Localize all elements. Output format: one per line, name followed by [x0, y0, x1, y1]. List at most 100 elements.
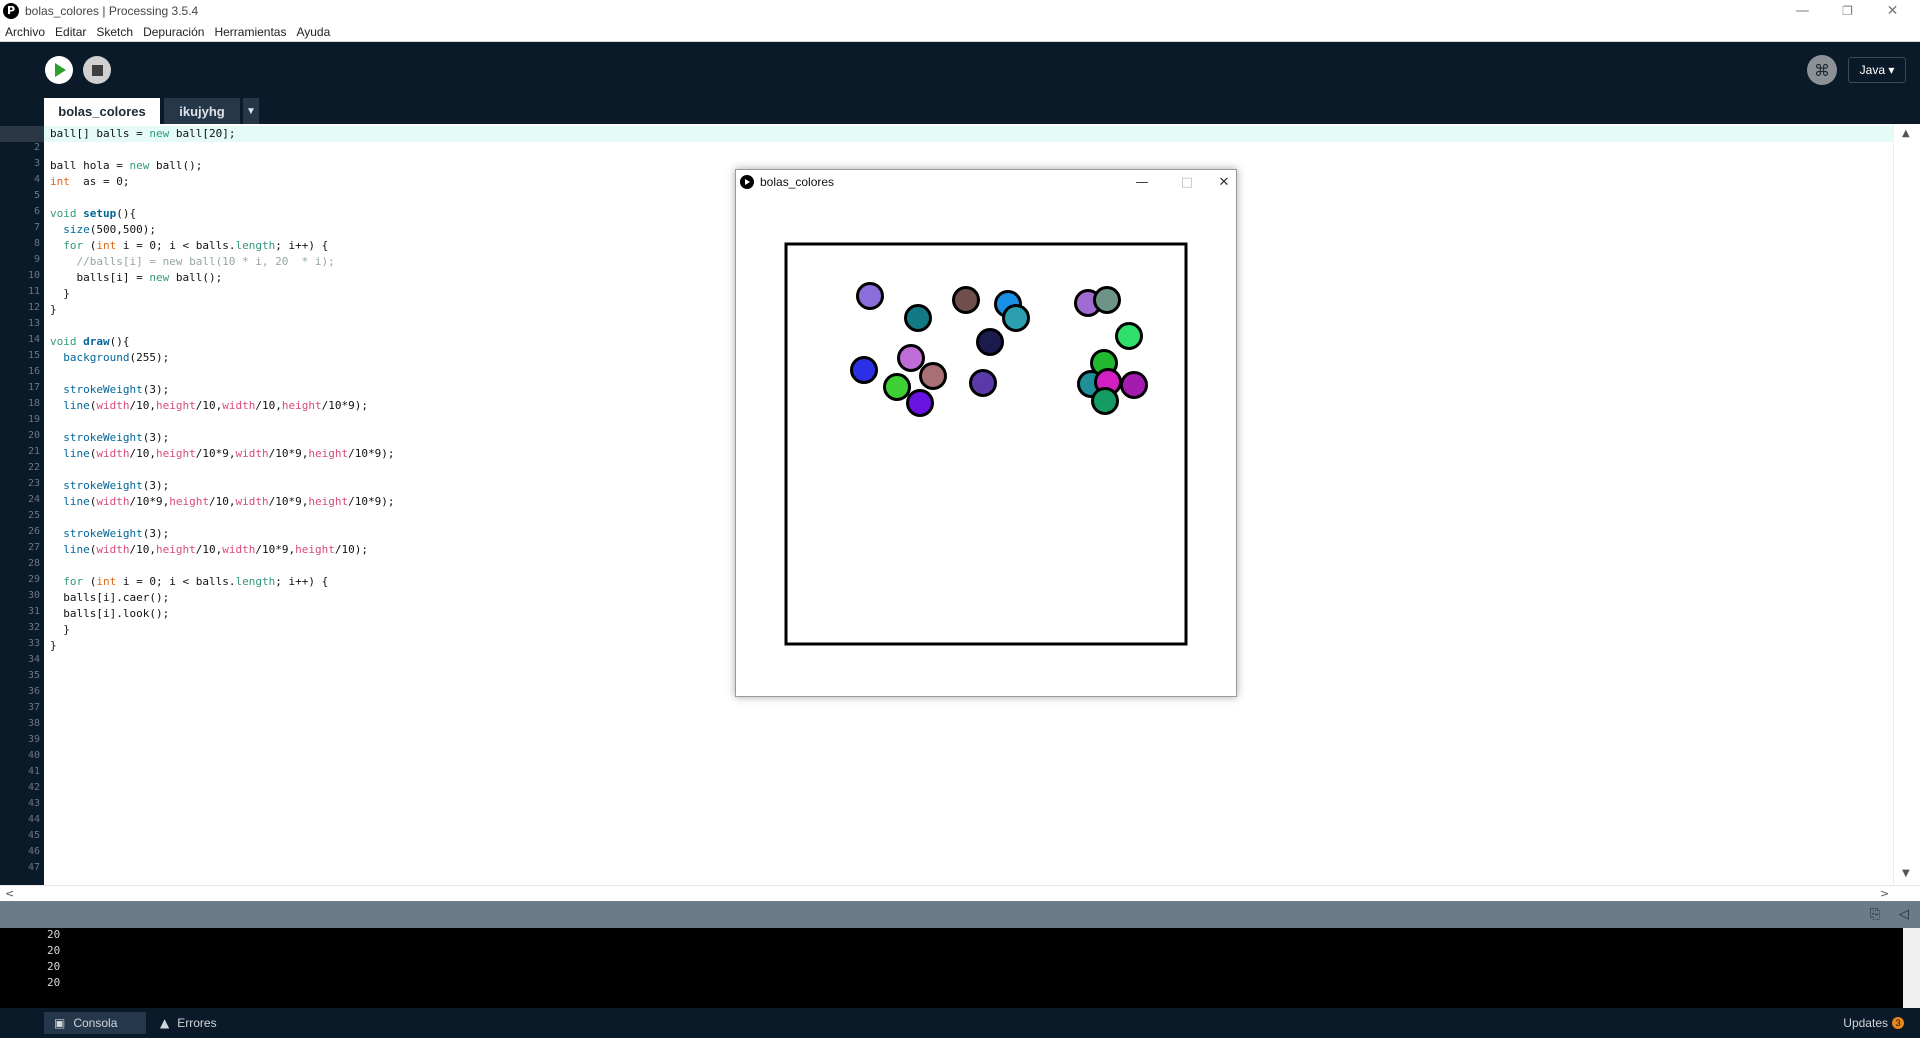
line-number: 30 — [27, 590, 40, 601]
code-line[interactable]: line(width/10,height/10*9,width/10*9,hei… — [50, 446, 394, 462]
canvas-frame — [784, 242, 1188, 646]
ball — [897, 344, 925, 372]
line-number: 40 — [27, 750, 40, 761]
code-line[interactable]: size(500,500); — [50, 222, 156, 238]
ball — [1120, 371, 1148, 399]
menu-herramientas[interactable]: Herramientas — [209, 25, 291, 39]
console-tab[interactable]: ▣ Consola — [44, 1012, 146, 1034]
sketch-minimize-button[interactable]: — — [1122, 172, 1162, 192]
ball — [1115, 322, 1143, 350]
code-line[interactable]: balls[i] = new ball(); — [50, 270, 222, 286]
code-line[interactable]: } — [50, 286, 70, 302]
line-number: 22 — [27, 462, 40, 473]
line-number: 25 — [27, 510, 40, 521]
code-line[interactable]: ball hola = new ball(); — [50, 158, 202, 174]
code-line[interactable]: void setup(){ — [50, 206, 136, 222]
tab-bar: bolas_colores ikujyhg ▼ — [0, 98, 1920, 124]
menu-ayuda[interactable]: Ayuda — [291, 25, 335, 39]
menu-editar[interactable]: Editar — [50, 25, 91, 39]
restore-button[interactable]: ❐ — [1825, 0, 1870, 22]
line-number: 26 — [27, 526, 40, 537]
ball — [1093, 286, 1121, 314]
line-number: 21 — [27, 446, 40, 457]
code-line[interactable]: balls[i].caer(); — [50, 590, 169, 606]
menu-depuracion[interactable]: Depuración — [138, 25, 209, 39]
run-button[interactable] — [45, 56, 73, 84]
sketch-window[interactable]: bolas_colores — □ ✕ — [735, 169, 1237, 697]
tab-bolas-colores[interactable]: bolas_colores — [44, 98, 160, 124]
code-line[interactable]: for (int i = 0; i < balls.length; i++) { — [50, 238, 328, 254]
stop-button[interactable] — [83, 56, 111, 84]
ball — [883, 373, 911, 401]
code-line[interactable]: strokeWeight(3); — [50, 526, 169, 542]
line-number: 3 — [33, 158, 40, 169]
editor-horizontal-scrollbar[interactable]: < > — [0, 885, 1920, 901]
menu-sketch[interactable]: Sketch — [91, 25, 138, 39]
sketch-run-icon — [740, 175, 754, 189]
code-line[interactable]: } — [50, 302, 57, 318]
code-line[interactable]: strokeWeight(3); — [50, 382, 169, 398]
scroll-up-icon[interactable]: ▲ — [1902, 128, 1910, 139]
ball — [969, 369, 997, 397]
tab-ikujyhg[interactable]: ikujyhg — [164, 98, 240, 124]
code-line[interactable]: for (int i = 0; i < balls.length; i++) { — [50, 574, 328, 590]
updates-badge: 3 — [1892, 1017, 1904, 1029]
code-line[interactable]: line(width/10,height/10,width/10*9,heigh… — [50, 542, 368, 558]
sketch-close-button[interactable]: ✕ — [1212, 172, 1236, 192]
menu-archivo[interactable]: Archivo — [0, 25, 50, 39]
warning-icon: ▲ — [160, 1016, 170, 1030]
active-line-highlight — [44, 126, 1893, 142]
sketch-titlebar[interactable]: bolas_colores — □ ✕ — [736, 170, 1236, 194]
scroll-down-icon[interactable]: ▼ — [1902, 868, 1910, 879]
line-number: 28 — [27, 558, 40, 569]
updates-indicator[interactable]: Updates 3 — [1843, 1016, 1904, 1030]
console-line: 20 — [47, 928, 61, 941]
console-scrollbar[interactable] — [1903, 928, 1920, 1008]
code-line[interactable]: balls[i].look(); — [50, 606, 169, 622]
play-icon — [55, 63, 66, 77]
line-number: 39 — [27, 734, 40, 745]
minimize-button[interactable]: — — [1780, 0, 1825, 22]
line-number: 9 — [33, 254, 40, 265]
mode-selector[interactable]: Java ▾ — [1848, 57, 1906, 83]
code-line[interactable]: } — [50, 622, 70, 638]
line-number: 41 — [27, 766, 40, 777]
code-line[interactable]: ball[] balls = new ball[20]; — [50, 126, 235, 142]
console-line: 20 — [47, 944, 61, 957]
copy-console-icon[interactable]: ⎘ — [1870, 907, 1880, 922]
line-number: 11 — [27, 286, 40, 297]
line-number: 47 — [27, 862, 40, 873]
errors-tab[interactable]: ▲ Errores — [150, 1012, 240, 1034]
code-line[interactable]: } — [50, 638, 57, 654]
console-output: 20 20 20 20 — [0, 928, 1903, 1008]
ball — [856, 282, 884, 310]
collapse-console-icon[interactable]: ◁ — [1899, 907, 1909, 922]
sketch-maximize-button[interactable]: □ — [1167, 172, 1207, 192]
line-number: 37 — [27, 702, 40, 713]
line-number: 5 — [33, 190, 40, 201]
code-line[interactable]: strokeWeight(3); — [50, 430, 169, 446]
code-line[interactable]: line(width/10,height/10,width/10,height/… — [50, 398, 368, 414]
window-title: bolas_colores | Processing 3.5.4 — [25, 4, 199, 18]
console-header: ⎘ ◁ — [0, 901, 1920, 928]
line-number: 2 — [33, 142, 40, 153]
tab-menu-arrow-icon[interactable]: ▼ — [243, 98, 259, 124]
code-line[interactable]: background(255); — [50, 350, 169, 366]
scroll-left-icon[interactable]: < — [5, 887, 14, 900]
code-line[interactable]: //balls[i] = new ball(10 * i, 20 * i); — [50, 254, 334, 270]
debug-button[interactable]: ⌘ — [1807, 55, 1837, 85]
ball — [976, 328, 1004, 356]
close-button[interactable]: ✕ — [1870, 0, 1915, 22]
code-line[interactable]: void draw(){ — [50, 334, 130, 350]
editor-vertical-scrollbar[interactable]: ▲ ▼ — [1893, 124, 1920, 885]
code-line[interactable]: int as = 0; — [50, 174, 129, 190]
sketch-canvas[interactable] — [736, 194, 1236, 694]
line-number: 27 — [27, 542, 40, 553]
line-number: 8 — [33, 238, 40, 249]
scroll-right-icon[interactable]: > — [1880, 887, 1889, 900]
ball — [906, 389, 934, 417]
code-line[interactable]: line(width/10*9,height/10,width/10*9,hei… — [50, 494, 394, 510]
line-number: 18 — [27, 398, 40, 409]
code-line[interactable]: strokeWeight(3); — [50, 478, 169, 494]
processing-logo-icon: P — [3, 3, 19, 19]
